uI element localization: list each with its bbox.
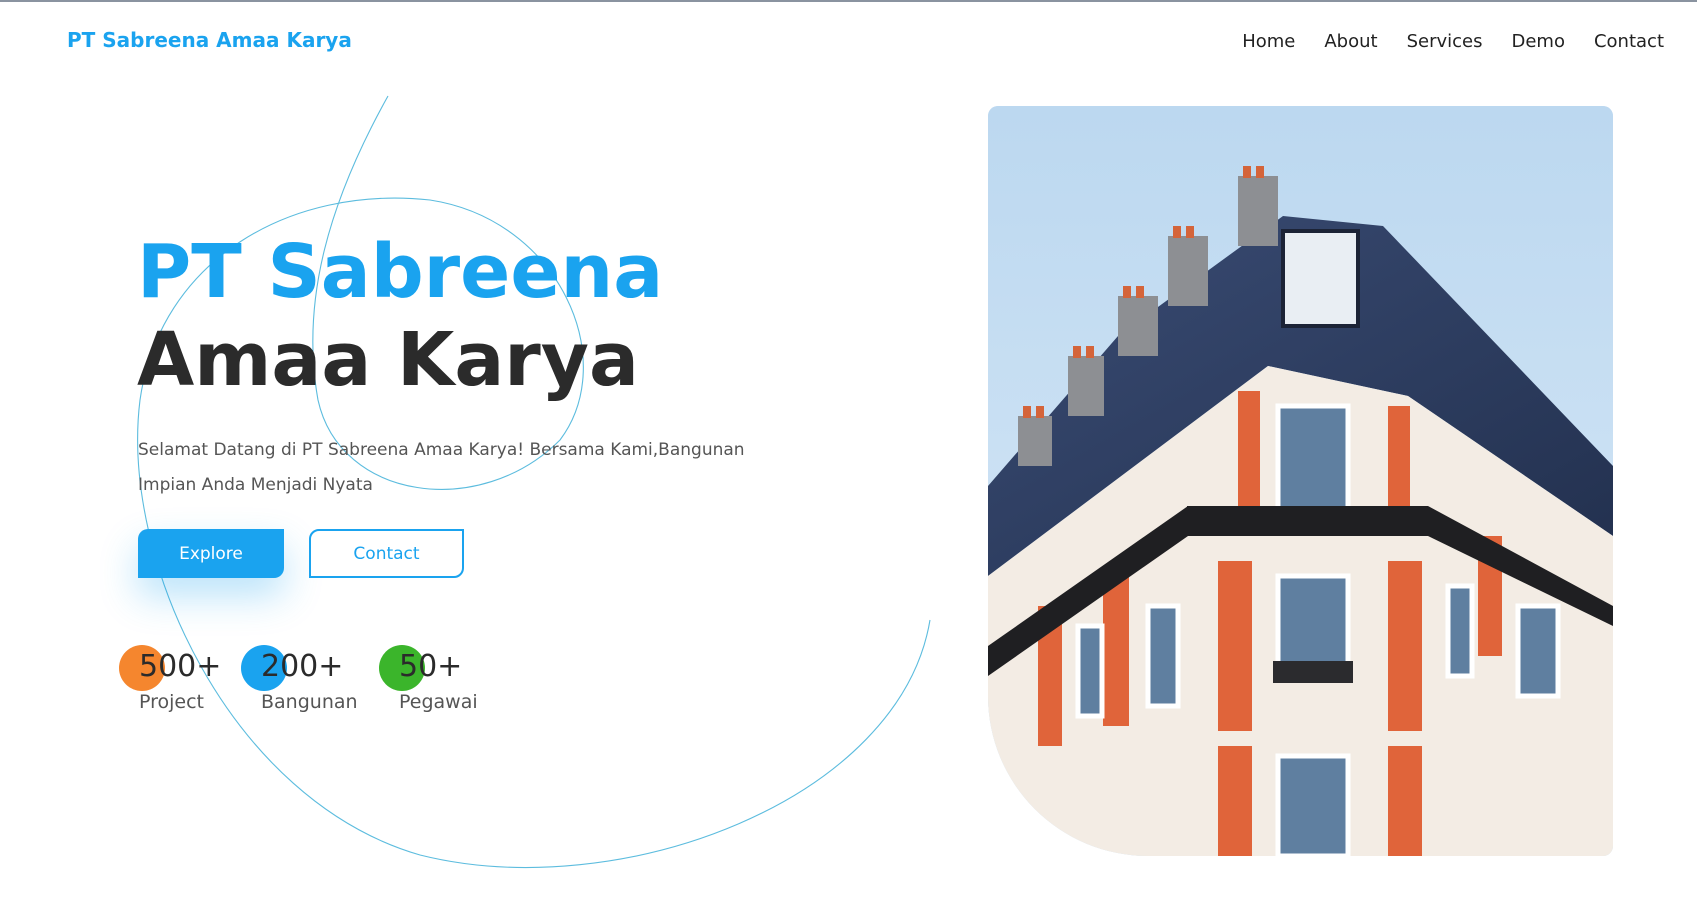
- brand-logo-link[interactable]: PT Sabreena Amaa Karya: [67, 28, 352, 52]
- nav-home[interactable]: Home: [1242, 31, 1295, 52]
- stat-project-value: 500+: [139, 649, 222, 684]
- main-nav: Home About Services Demo Contact: [1242, 31, 1664, 52]
- stat-project-label: Project: [139, 691, 205, 713]
- hero-subtitle: Selamat Datang di PT Sabreena Amaa Karya…: [138, 440, 745, 495]
- nav-demo[interactable]: Demo: [1511, 31, 1564, 52]
- hero-title-line2: Amaa Karya: [137, 317, 639, 403]
- nav-about[interactable]: About: [1324, 31, 1377, 52]
- contact-button[interactable]: Contact: [309, 529, 464, 578]
- stat-pegawai-value: 50+: [399, 649, 463, 684]
- hero-title: PT Sabreena Amaa Karya: [137, 228, 663, 404]
- hero-title-line1: PT Sabreena: [137, 229, 664, 315]
- nav-services[interactable]: Services: [1407, 31, 1483, 52]
- stat-project: 500+ Project: [119, 645, 222, 713]
- stat-pegawai-label: Pegawai: [399, 691, 478, 713]
- stat-bangunan-value: 200+: [261, 649, 344, 684]
- hero-building-image: [988, 106, 1613, 856]
- stat-bangunan-label: Bangunan: [261, 691, 358, 713]
- nav-contact[interactable]: Contact: [1594, 31, 1664, 52]
- site-header: PT Sabreena Amaa Karya Home About Servic…: [0, 2, 1697, 82]
- stat-bangunan: 200+ Bangunan: [241, 645, 358, 713]
- explore-button[interactable]: Explore: [138, 529, 284, 578]
- stat-pegawai: 50+ Pegawai: [379, 645, 478, 713]
